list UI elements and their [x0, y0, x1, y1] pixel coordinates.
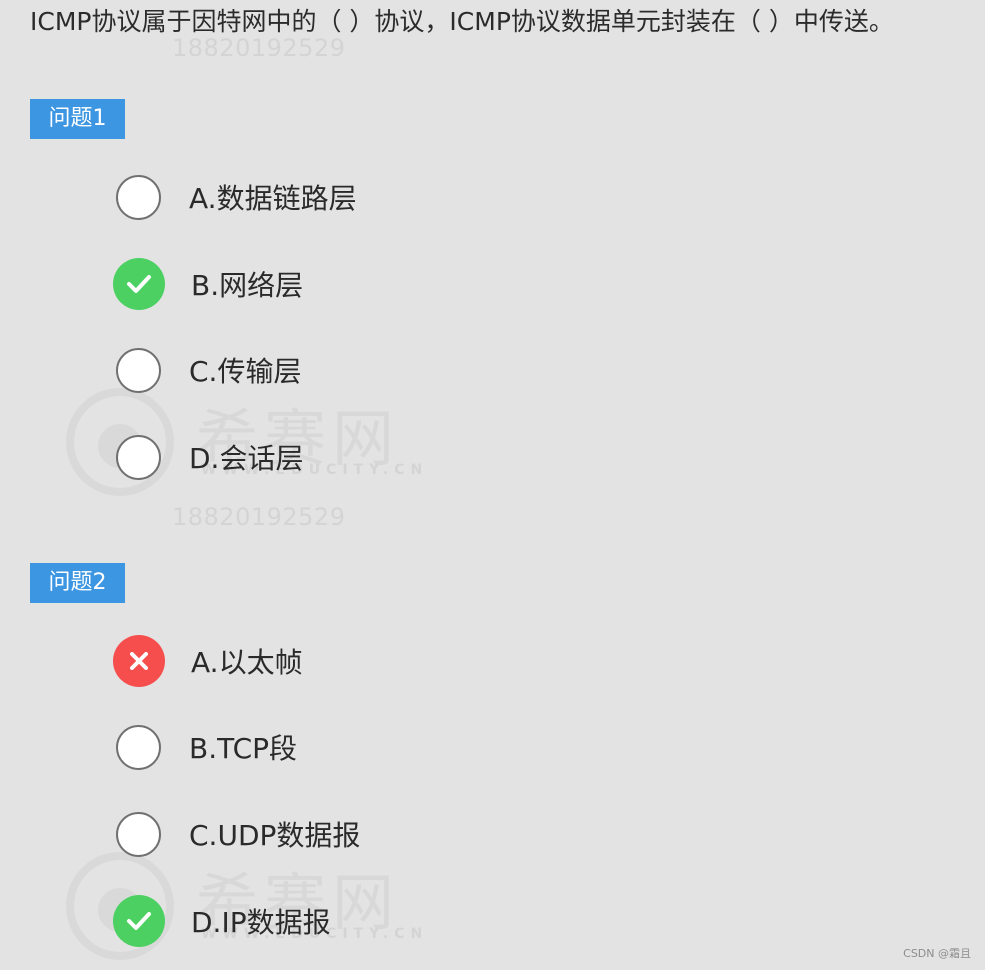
q2-option-d[interactable]: D.IP数据报 — [113, 895, 331, 947]
option-label: C.UDP数据报 — [189, 819, 361, 852]
q1-option-a[interactable]: A.数据链路层 — [113, 172, 357, 222]
question-2-badge: 问题2 — [30, 563, 125, 603]
option-label: D.会话层 — [189, 442, 304, 475]
cross-icon — [113, 635, 165, 687]
radio-button[interactable] — [116, 434, 161, 480]
question-text: ICMP协议属于因特网中的（ ）协议，ICMP协议数据单元封装在（ ）中传送。 — [30, 7, 894, 36]
radio-button[interactable] — [116, 347, 161, 393]
q2-option-a[interactable]: A.以太帧 — [113, 635, 303, 687]
csdn-credit: CSDN @霜且 — [903, 947, 971, 960]
watermark-number: 18820192529 — [172, 34, 346, 62]
q1-option-d[interactable]: D.会话层 — [113, 432, 303, 482]
radio-button[interactable] — [116, 174, 161, 220]
checkmark-icon — [113, 895, 165, 947]
q2-option-c[interactable]: C.UDP数据报 — [113, 809, 360, 859]
q1-option-c[interactable]: C.传输层 — [113, 345, 301, 395]
watermark-number: 18820192529 — [172, 503, 346, 531]
option-label: C.传输层 — [189, 355, 302, 388]
option-label: B.网络层 — [191, 269, 304, 302]
q2-option-b[interactable]: B.TCP段 — [113, 722, 297, 772]
question-1-badge: 问题1 — [30, 99, 125, 139]
checkmark-icon — [113, 258, 165, 310]
option-label: A.以太帧 — [191, 646, 303, 679]
option-label: D.IP数据报 — [191, 906, 331, 939]
radio-button[interactable] — [116, 811, 161, 857]
radio-button[interactable] — [116, 724, 161, 770]
option-label: B.TCP段 — [189, 732, 298, 765]
option-label: A.数据链路层 — [189, 182, 357, 215]
q1-option-b[interactable]: B.网络层 — [113, 258, 304, 310]
